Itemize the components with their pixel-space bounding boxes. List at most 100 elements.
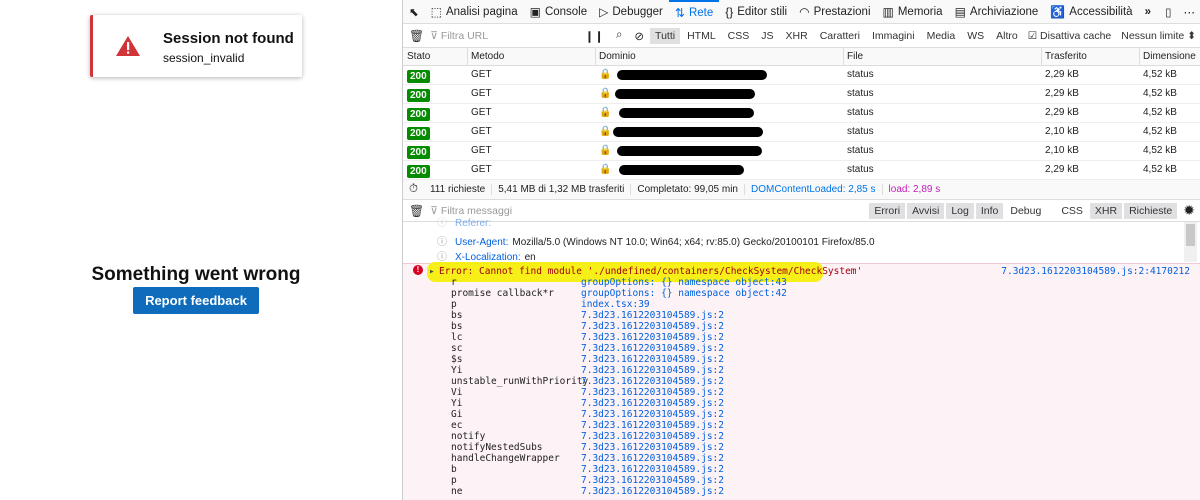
stack-frame-location[interactable]: 7.3d23.1612203104589.js:2 (581, 343, 724, 354)
menu-icon[interactable]: ⋯ (1178, 0, 1200, 23)
status-badge: 200 (407, 89, 430, 102)
level-filter-info[interactable]: Info (975, 202, 1004, 219)
scrollbar[interactable] (1184, 222, 1197, 262)
tab-analisi-pagina[interactable]: ⬚ Analisi pagina (425, 0, 524, 23)
stack-frame-location[interactable]: 7.3d23.1612203104589.js:2 (581, 354, 724, 365)
throttle-value: Nessun limite (1121, 29, 1185, 42)
stack-frame-location[interactable]: groupOptions: {} namespace object:43 (581, 277, 787, 288)
type-filter-ws[interactable]: WS (962, 28, 989, 44)
stack-frame-location[interactable]: 7.3d23.1612203104589.js:2 (581, 365, 724, 376)
stack-frame-function: sc (451, 343, 463, 354)
stack-frame-function: Yi (451, 398, 463, 409)
expand-arrow-icon[interactable]: ▸ (429, 266, 435, 277)
stack-frame-location[interactable]: 7.3d23.1612203104589.js:2 (581, 486, 724, 497)
search-icon[interactable]: ⌕ (610, 24, 628, 47)
column-header-trasferito[interactable]: Trasferito (1045, 51, 1087, 62)
stack-frame-location[interactable]: 7.3d23.1612203104589.js:2 (581, 310, 724, 321)
stack-frame-location[interactable]: 7.3d23.1612203104589.js:2 (581, 431, 724, 442)
stack-frame-location[interactable]: 7.3d23.1612203104589.js:2 (581, 453, 724, 464)
stack-frame-location[interactable]: 7.3d23.1612203104589.js:2 (581, 376, 724, 387)
type-filter-caratteri[interactable]: Caratteri (815, 28, 865, 44)
header-name: Referer: (455, 218, 492, 229)
stack-frame-location[interactable]: 7.3d23.1612203104589.js:2 (581, 398, 724, 409)
category-filter-richieste[interactable]: Richieste (1124, 202, 1178, 219)
tab-memoria[interactable]: ▥ Memoria (877, 0, 949, 23)
stack-frame-function: Gi (451, 409, 463, 420)
type-filter-css[interactable]: CSS (723, 28, 755, 44)
level-filter-log[interactable]: Log (946, 202, 974, 219)
tab-prestazioni[interactable]: ◠ Prestazioni (793, 0, 876, 23)
column-header-stato[interactable]: Stato (407, 51, 430, 62)
transferred: 2,29 kB (1045, 107, 1079, 118)
stack-frame-location[interactable]: 7.3d23.1612203104589.js:2 (581, 442, 724, 453)
throttle-select[interactable]: Nessun limite ⬍ (1116, 28, 1200, 44)
pause-icon[interactable]: ❙❙ (579, 24, 610, 47)
type-filter-html[interactable]: HTML (682, 28, 721, 44)
responsive-mode-icon[interactable]: ▯ (1159, 0, 1177, 23)
tab-icon: ⇅ (674, 5, 685, 20)
block-icon[interactable]: ⊘ (628, 24, 650, 47)
more-tabs-icon[interactable]: » (1139, 0, 1157, 23)
type-filter-altro[interactable]: Altro (991, 28, 1023, 44)
transferred: 2,10 kB (1045, 145, 1079, 156)
tab-icon: ⬚ (430, 4, 442, 19)
url-filter-input[interactable]: ⊽ Filtra URL (430, 30, 578, 42)
column-header-metodo[interactable]: Metodo (471, 51, 504, 62)
type-filter-immagini[interactable]: Immagini (867, 28, 920, 44)
tab-editor-stili[interactable]: {} Editor stili (719, 0, 793, 23)
column-header-dominio[interactable]: Dominio (599, 51, 636, 62)
network-request-row[interactable]: 200 GET 🔒 status 2,29 kB 4,52 kB (403, 104, 1200, 123)
level-filter-errori[interactable]: Errori (869, 202, 906, 219)
lock-icon: 🔒 (599, 88, 612, 99)
stack-frame-function: b (451, 464, 457, 475)
stack-frame-location[interactable]: 7.3d23.1612203104589.js:2 (581, 420, 724, 431)
tab-console[interactable]: ▣ Console (524, 0, 594, 23)
network-request-row[interactable]: 200 GET 🔒 status 2,29 kB 4,52 kB (403, 161, 1200, 180)
error-location-link[interactable]: 7.3d23.1612203104589.js:2:4170212 (1001, 266, 1190, 277)
error-message: Error: Cannot find module './undefined/c… (439, 266, 863, 277)
tab-debugger[interactable]: ▷ Debugger (593, 0, 669, 23)
stack-frame-function: p (451, 299, 457, 310)
size: 4,52 kB (1143, 69, 1177, 80)
stack-frame-location[interactable]: 7.3d23.1612203104589.js:2 (581, 409, 724, 420)
error-heading: Something went wrong (91, 264, 301, 285)
stack-frame-location[interactable]: index.tsx:39 (581, 299, 650, 310)
type-filter-xhr[interactable]: XHR (781, 28, 813, 44)
settings-gear-icon[interactable]: ✹ (1177, 200, 1200, 221)
method: GET (471, 88, 492, 99)
trash-icon[interactable]: 🗑 (403, 24, 430, 47)
stack-frame-location[interactable]: 7.3d23.1612203104589.js:2 (581, 387, 724, 398)
level-filter-debug[interactable]: Debug (1005, 203, 1046, 219)
level-filter-avvisi[interactable]: Avvisi (907, 202, 945, 219)
column-header-file[interactable]: File (847, 51, 863, 62)
network-request-row[interactable]: 200 GET 🔒 status 2,10 kB 4,52 kB (403, 142, 1200, 161)
type-filter-js[interactable]: JS (756, 28, 778, 44)
tab-archiviazione[interactable]: ▤ Archiviazione (949, 0, 1045, 23)
network-request-row[interactable]: 200 GET 🔒 status 2,10 kB 4,52 kB (403, 123, 1200, 142)
category-filter-xhr[interactable]: XHR (1089, 202, 1123, 219)
element-picker-icon[interactable]: ⬉ (403, 0, 425, 23)
status-badge: 200 (407, 146, 430, 159)
network-request-row[interactable]: 200 GET 🔒 status 2,29 kB 4,52 kB (403, 85, 1200, 104)
column-header-dimensione[interactable]: Dimensione (1143, 51, 1196, 62)
stack-frame-location[interactable]: 7.3d23.1612203104589.js:2 (581, 475, 724, 486)
tab-label: Analisi pagina (445, 5, 518, 18)
category-filter-css[interactable]: CSS (1056, 203, 1088, 219)
network-filter-bar: 🗑 ⊽ Filtra URL ❙❙ ⌕ ⊘ Tutti HTML CSS JS XHR C… (403, 24, 1200, 48)
file: status (847, 164, 874, 175)
disable-cache-checkbox[interactable]: ☑ Disattiva cache (1023, 28, 1117, 44)
console-filter-input[interactable]: ⊽ Filtra messaggi (430, 205, 869, 217)
network-request-row[interactable]: 200 GET 🔒 status 2,29 kB 4,52 kB (403, 66, 1200, 85)
stack-frame-location[interactable]: 7.3d23.1612203104589.js:2 (581, 332, 724, 343)
tab-accessibilità[interactable]: ♿ Accessibilità (1044, 0, 1138, 23)
type-filter-tutti[interactable]: Tutti (650, 27, 681, 44)
type-filter-media[interactable]: Media (922, 28, 961, 44)
report-feedback-button[interactable]: Report feedback (133, 287, 259, 314)
tab-label: Console (544, 5, 588, 18)
clear-console-icon[interactable]: 🗑 (403, 200, 430, 221)
stack-frame-location[interactable]: groupOptions: {} namespace object:42 (581, 288, 787, 299)
tab-rete[interactable]: ⇅ Rete (668, 0, 720, 23)
stack-frame-location[interactable]: 7.3d23.1612203104589.js:2 (581, 464, 724, 475)
request-header: ⓘ Referer: (437, 214, 495, 229)
stack-frame-location[interactable]: 7.3d23.1612203104589.js:2 (581, 321, 724, 332)
